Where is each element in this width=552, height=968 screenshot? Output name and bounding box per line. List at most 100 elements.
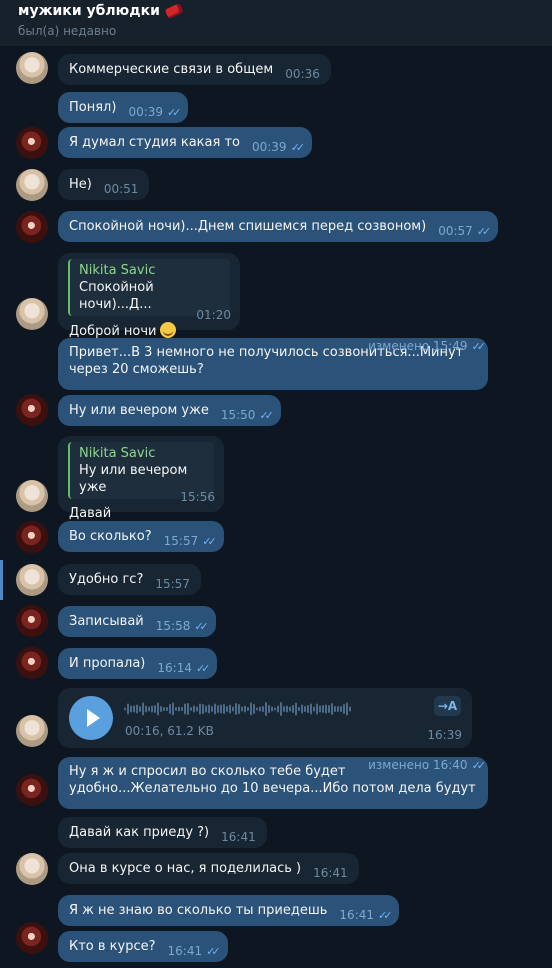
message-incoming[interactable]: Не) 00:51 xyxy=(58,169,150,200)
waveform-bar xyxy=(301,704,303,714)
message-outgoing[interactable]: Ну или вечером уже 15:50 ✓✓ xyxy=(58,395,281,426)
waveform-bar xyxy=(133,705,135,713)
message-text: Я ж не знаю во сколько ты приедешь xyxy=(69,903,328,918)
read-check-icon: ✓✓ xyxy=(471,340,487,353)
waveform-bar xyxy=(349,706,351,712)
message-text: Доброй ночи xyxy=(69,324,157,339)
reply-author: Nikita Savic xyxy=(79,263,156,278)
waveform-bar xyxy=(241,706,243,712)
avatar[interactable] xyxy=(16,394,48,426)
waveform-bar xyxy=(346,702,348,716)
message-outgoing[interactable]: Кто в курсе? 16:41 ✓✓ xyxy=(58,931,228,962)
waveform-bar xyxy=(268,705,270,713)
waveform-bar xyxy=(313,706,315,712)
waveform-bar xyxy=(319,705,321,713)
waveform-bar xyxy=(292,705,294,713)
avatar[interactable] xyxy=(16,127,48,159)
waveform-bar xyxy=(154,705,156,713)
avatar[interactable] xyxy=(16,647,48,679)
waveform-bar xyxy=(304,706,306,712)
message-incoming[interactable]: Давай как приеду ?) 16:41 xyxy=(58,817,267,848)
waveform-bar xyxy=(127,703,129,715)
waveform-bar xyxy=(199,703,201,715)
waveform-bar xyxy=(229,704,231,714)
avatar[interactable] xyxy=(16,715,48,747)
avatar[interactable] xyxy=(16,52,48,84)
waveform-bar xyxy=(139,706,141,712)
waveform-bar xyxy=(142,702,144,716)
waveform-bar xyxy=(307,705,309,713)
waveform-bar xyxy=(265,702,267,716)
waveform-bar xyxy=(325,704,327,714)
message-time: 16:41 xyxy=(313,866,348,880)
avatar[interactable] xyxy=(16,480,48,512)
message-outgoing[interactable]: Ну я ж и спросил во сколько тебе будет у… xyxy=(58,757,488,809)
message-incoming-reply[interactable]: Nikita Savic Спокойной ночи)...Д... Добр… xyxy=(58,253,240,339)
waveform-bar xyxy=(136,704,138,714)
waveform-bar xyxy=(220,704,222,714)
read-check-icon: ✓✓ xyxy=(195,662,211,675)
waveform-bar xyxy=(160,706,162,712)
message-outgoing[interactable]: Во сколько? 15:57 ✓✓ xyxy=(58,521,224,552)
waveform-bar xyxy=(232,706,234,712)
waveform-bar xyxy=(256,707,258,711)
chat-header[interactable]: мужики ублюдки был(а) недавно xyxy=(0,0,552,47)
voice-waveform[interactable] xyxy=(124,700,354,718)
waveform-bar xyxy=(157,702,159,716)
read-check-icon: ✓✓ xyxy=(194,620,209,633)
smiling-face-emoji-icon xyxy=(159,322,176,338)
avatar[interactable] xyxy=(16,853,48,885)
play-icon[interactable] xyxy=(69,696,113,740)
waveform-bar xyxy=(169,704,171,714)
waveform-bar xyxy=(190,707,192,711)
voice-message[interactable]: 00:16, 61.2 KB →A 16:39 xyxy=(58,688,472,748)
waveform-bar xyxy=(271,706,273,712)
avatar[interactable] xyxy=(16,169,48,201)
waveform-bar xyxy=(238,704,240,714)
message-outgoing[interactable]: Я думал студия какая то 00:39 ✓✓ xyxy=(58,127,313,158)
avatar[interactable] xyxy=(16,211,48,243)
message-time: 15:56 xyxy=(180,490,215,504)
avatar[interactable] xyxy=(16,521,48,553)
message-text: Давай xyxy=(69,506,112,521)
message-outgoing[interactable]: Спокойной ночи)...Днем спишемся перед со… xyxy=(58,211,499,242)
message-outgoing[interactable]: И пропала) 16:14 ✓✓ xyxy=(58,648,218,679)
waveform-bar xyxy=(193,705,195,713)
message-time: изменено 15:49 xyxy=(368,339,468,353)
message-outgoing[interactable]: Я ж не знаю во сколько ты приедешь 16:41 ✓… xyxy=(58,895,400,926)
waveform-bar xyxy=(148,706,150,712)
waveform-bar xyxy=(178,706,180,712)
waveform-bar xyxy=(175,707,177,711)
read-check-icon: ✓✓ xyxy=(290,141,306,154)
message-text: Давай как приеду ?) xyxy=(69,825,210,840)
avatar[interactable] xyxy=(16,564,48,596)
message-time: 15:57 xyxy=(163,534,199,548)
transcribe-button[interactable]: →A xyxy=(434,696,461,716)
waveform-bar xyxy=(172,702,174,716)
chat-title[interactable]: мужики ублюдки xyxy=(18,3,184,19)
message-time: 00:39 xyxy=(128,105,164,119)
avatar[interactable] xyxy=(16,605,48,637)
waveform-bar xyxy=(334,706,336,712)
waveform-bar xyxy=(280,702,282,716)
avatar[interactable] xyxy=(16,922,48,954)
waveform-bar xyxy=(223,704,225,714)
message-incoming[interactable]: Удобно гс? 15:57 xyxy=(58,564,201,595)
read-check-icon: ✓✓ xyxy=(206,945,221,958)
message-incoming[interactable]: Коммерческие связи в общем 00:36 xyxy=(58,54,331,85)
message-incoming[interactable]: Она в курсе о нас, я поделилась ) 16:41 xyxy=(58,853,359,884)
message-incoming-reply[interactable]: Nikita Savic Ну или вечером уже Давай 15… xyxy=(58,436,224,521)
waveform-bar xyxy=(283,706,285,712)
message-outgoing[interactable]: Понял) 00:39 ✓✓ xyxy=(58,92,189,123)
avatar[interactable] xyxy=(16,298,48,330)
waveform-bar xyxy=(163,707,165,711)
message-outgoing[interactable]: Привет...В 3 немного не получилось созво… xyxy=(58,338,488,390)
waveform-bar xyxy=(343,704,345,714)
avatar[interactable] xyxy=(16,774,48,806)
message-list[interactable]: Коммерческие связи в общем 00:36 Понял) 00… xyxy=(0,46,552,968)
waveform-bar xyxy=(331,703,333,715)
waveform-bar xyxy=(337,706,339,712)
message-outgoing[interactable]: Записывай 15:58 ✓✓ xyxy=(58,606,216,637)
waveform-bar xyxy=(322,705,324,713)
waveform-bar xyxy=(184,703,186,715)
